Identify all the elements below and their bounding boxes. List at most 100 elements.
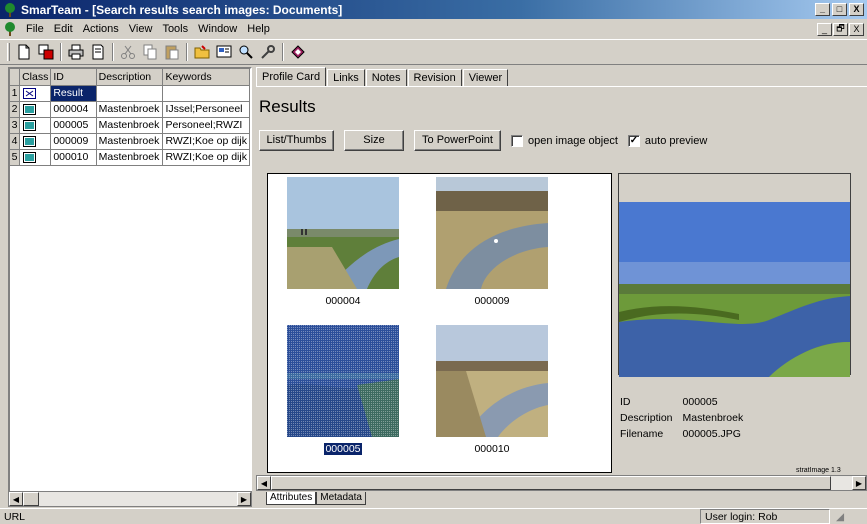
keywords-cell[interactable]: Personeel;RWZI <box>162 117 250 134</box>
document-tree-icon[interactable] <box>3 22 17 36</box>
checkbox-box[interactable]: ✓ <box>627 134 640 147</box>
column-header-keywords[interactable]: Keywords <box>162 69 250 86</box>
keywords-cell[interactable]: RWZI;Koe op dijk <box>162 149 250 166</box>
thumbnail-item[interactable]: 000009 <box>436 177 548 307</box>
description-cell[interactable]: Mastenbroek <box>96 101 164 118</box>
meta-label: ID <box>620 396 631 408</box>
tab-notes[interactable]: Notes <box>365 69 407 87</box>
cut-icon[interactable] <box>117 41 139 63</box>
tab-revision[interactable]: Revision <box>407 69 462 87</box>
tab-viewer[interactable]: Viewer <box>462 69 509 87</box>
column-header-id[interactable]: ID <box>50 69 97 86</box>
scroll-right-icon[interactable]: ▶ <box>852 476 866 490</box>
mdi-minimize-button[interactable]: _ <box>817 22 832 36</box>
row-number[interactable]: 1 <box>10 85 21 102</box>
description-cell[interactable]: Mastenbroek <box>96 149 164 166</box>
scroll-thumb[interactable] <box>271 476 831 490</box>
search-icon[interactable] <box>235 41 257 63</box>
meta-value: 000005 <box>682 396 718 408</box>
description-cell[interactable]: Mastenbroek <box>96 117 164 134</box>
table-row[interactable]: 5 000010 Mastenbroek RWZI;Koe op dijk <box>10 149 250 166</box>
maximize-button[interactable]: □ <box>832 3 847 16</box>
id-cell[interactable]: 000004 <box>50 101 97 118</box>
class-cell[interactable] <box>19 117 52 134</box>
class-cell[interactable] <box>19 149 52 166</box>
keywords-cell[interactable]: RWZI;Koe op dijk <box>162 133 250 150</box>
column-header-class[interactable]: Class <box>19 69 52 86</box>
tab-profile-card[interactable]: Profile Card <box>256 67 327 87</box>
row-number[interactable]: 4 <box>10 133 21 150</box>
table-row[interactable]: 3 000005 Mastenbroek Personeel;RWZI <box>10 117 250 134</box>
toolbar-grip[interactable] <box>7 43 10 61</box>
book-icon[interactable] <box>287 41 309 63</box>
paste-icon[interactable] <box>161 41 183 63</box>
menu-view[interactable]: View <box>124 20 158 38</box>
grid-horizontal-scrollbar[interactable]: ◀ ▶ <box>8 491 252 507</box>
checkbox-label: auto preview <box>644 134 708 147</box>
new-icon[interactable] <box>13 41 35 63</box>
view-icon[interactable] <box>213 41 235 63</box>
menu-edit[interactable]: Edit <box>49 20 78 38</box>
table-row[interactable]: 1 Result <box>10 85 250 102</box>
minimize-button[interactable]: _ <box>815 3 830 16</box>
thumbnail-item[interactable]: 000010 <box>436 325 548 455</box>
grid-corner[interactable] <box>10 69 21 86</box>
scroll-right-icon[interactable]: ▶ <box>237 492 251 506</box>
copy-icon[interactable] <box>139 41 161 63</box>
description-cell[interactable] <box>96 85 164 102</box>
close-button[interactable]: X <box>849 3 864 16</box>
table-row[interactable]: 2 000004 Mastenbroek IJssel;Personeel <box>10 101 250 118</box>
thumbnail-item[interactable]: 000005 <box>287 325 399 456</box>
landscape-thumbnail-image <box>436 177 548 289</box>
tab-links[interactable]: Links <box>327 69 365 87</box>
keywords-cell[interactable]: IJssel;Personeel <box>162 101 250 118</box>
class-cell[interactable] <box>19 133 52 150</box>
mdi-close-button[interactable]: X <box>849 22 864 36</box>
class-cell[interactable] <box>19 85 52 102</box>
scroll-left-icon[interactable]: ◀ <box>9 492 23 506</box>
resize-grip-icon[interactable]: ◢ <box>836 511 844 523</box>
row-number[interactable]: 2 <box>10 101 21 118</box>
id-cell[interactable]: 000010 <box>50 149 97 166</box>
toolbar-separator <box>186 43 188 61</box>
row-number[interactable]: 3 <box>10 117 21 134</box>
description-cell[interactable]: Mastenbroek <box>96 133 164 150</box>
keywords-cell[interactable] <box>162 85 250 102</box>
print-preview-icon[interactable] <box>87 41 109 63</box>
preview-metadata: ID 000005 Description Mastenbroek Filena… <box>618 393 753 443</box>
menu-tools[interactable]: Tools <box>157 20 193 38</box>
tools-icon[interactable] <box>257 41 279 63</box>
meta-value: 000005.JPG <box>682 428 741 440</box>
tab-attributes[interactable]: Attributes <box>266 492 317 505</box>
menu-window[interactable]: Window <box>193 20 242 38</box>
menu-actions[interactable]: Actions <box>78 20 124 38</box>
menu-help[interactable]: Help <box>242 20 275 38</box>
thumbnail-item[interactable]: 000004 <box>287 177 399 307</box>
open-folder-icon[interactable] <box>191 41 213 63</box>
window-title: SmarTeam - [Search results search images… <box>21 2 343 17</box>
checkbox-box[interactable] <box>511 134 523 147</box>
grid-header-row: Class ID Description Keywords <box>10 69 250 86</box>
auto-preview-checkbox[interactable]: ✓ auto preview <box>627 134 708 147</box>
scroll-thumb[interactable] <box>23 492 39 506</box>
print-icon[interactable] <box>65 41 87 63</box>
version-stamp: stratImage 1.3 <box>796 467 841 474</box>
table-row[interactable]: 4 000009 Mastenbroek RWZI;Koe op dijk <box>10 133 250 150</box>
id-cell[interactable]: 000005 <box>50 117 97 134</box>
column-header-description[interactable]: Description <box>96 69 164 86</box>
list-thumbs-button[interactable]: List/Thumbs <box>259 130 334 151</box>
scroll-left-icon[interactable]: ◀ <box>257 476 271 490</box>
open-image-object-checkbox[interactable]: open image object <box>511 134 618 147</box>
id-cell[interactable]: 000009 <box>50 133 97 150</box>
mdi-restore-button[interactable]: 🗗 <box>833 22 848 36</box>
thumbnail-caption: 000010 <box>474 443 510 455</box>
size-button[interactable]: Size <box>344 130 404 151</box>
to-powerpoint-button[interactable]: To PowerPoint <box>414 130 501 151</box>
tab-metadata[interactable]: Metadata <box>316 492 366 505</box>
panel-horizontal-scrollbar[interactable]: ◀ ▶ <box>256 475 867 491</box>
id-cell[interactable]: Result <box>50 85 97 102</box>
menu-file[interactable]: File <box>21 20 49 38</box>
copy-object-icon[interactable] <box>35 41 57 63</box>
class-cell[interactable] <box>19 101 52 118</box>
row-number[interactable]: 5 <box>10 149 21 166</box>
